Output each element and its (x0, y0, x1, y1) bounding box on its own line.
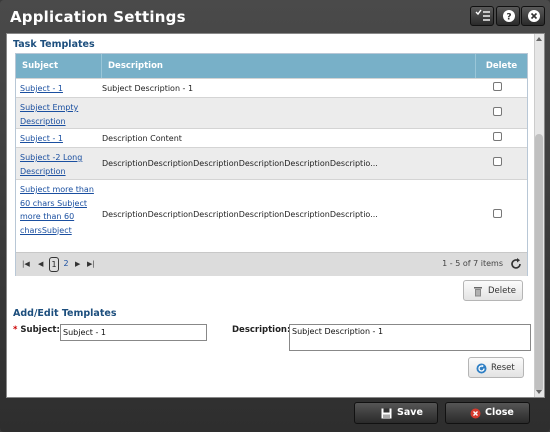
scrollbar-thumb[interactable] (535, 134, 543, 392)
next-page-icon[interactable]: ▶ (75, 260, 80, 268)
subject-link[interactable]: Subject -2 Long Description (20, 151, 96, 178)
subject-link[interactable]: Subject - 1 (20, 82, 96, 96)
delete-checkbox[interactable] (493, 82, 502, 91)
reset-button-label: Reset (491, 363, 515, 373)
table-row: Subject - 1 Description Content (16, 128, 527, 147)
delete-button-label: Delete (488, 286, 516, 296)
delete-checkbox[interactable] (493, 107, 502, 116)
close-button-label: Close (485, 407, 514, 418)
delete-checkbox[interactable] (493, 209, 502, 218)
column-header-description[interactable]: Description (102, 54, 476, 78)
clipped-content (21, 32, 91, 37)
help-button[interactable]: ? (496, 6, 520, 26)
description-cell: DescriptionDescriptionDescriptionDescrip… (102, 159, 378, 168)
close-window-button[interactable] (521, 6, 545, 26)
dialog-title: Application Settings (10, 8, 186, 26)
close-icon (528, 10, 540, 22)
svg-text:?: ? (506, 13, 511, 23)
save-button-label: Save (397, 407, 423, 418)
table-row: Subject Empty Description (16, 97, 527, 128)
table-row: Subject more than 60 chars Subject more … (16, 179, 527, 252)
grid-pager: |◀ ◀ 1 2 ▶ ▶| 1 - 5 of 7 items (16, 252, 527, 276)
column-header-delete: Delete (485, 61, 518, 71)
subject-label-text: Subject: (20, 325, 60, 335)
subject-link[interactable]: Subject Empty Description (20, 101, 96, 128)
refresh-icon (511, 258, 521, 269)
first-page-icon[interactable]: |◀ (22, 260, 30, 268)
settings-dialog: Application Settings ? Task Templates Su… (0, 0, 550, 432)
last-page-icon[interactable]: ▶| (87, 260, 95, 268)
close-circle-icon (470, 408, 481, 419)
scrollbar[interactable] (534, 34, 544, 397)
pager-info: 1 - 5 of 7 items (442, 259, 503, 268)
required-mark: * (13, 325, 18, 335)
description-field[interactable]: Subject Description - 1 (289, 324, 531, 351)
subject-input[interactable] (60, 324, 207, 341)
dialog-footer: Save Close (0, 398, 550, 432)
refresh-button[interactable] (509, 257, 523, 274)
table-row: Subject - 1 Subject Description - 1 (16, 78, 527, 97)
save-button[interactable]: Save (354, 402, 438, 424)
task-templates-grid: Subject Description Delete Subject - 1 S… (15, 53, 528, 276)
checklist-icon (475, 9, 490, 21)
column-header-subject[interactable]: Subject (16, 54, 102, 78)
task-templates-title: Task Templates (13, 39, 95, 50)
title-bar: Application Settings ? (0, 0, 550, 34)
description-cell: DescriptionDescriptionDescriptionDescrip… (102, 210, 378, 219)
page-number[interactable]: 2 (62, 257, 70, 272)
trash-icon (474, 287, 482, 297)
settings-panel: Task Templates Subject Description Delet… (6, 33, 545, 398)
delete-checkbox[interactable] (493, 157, 502, 166)
add-edit-templates-title: Add/Edit Templates (13, 308, 117, 319)
prev-page-icon[interactable]: ◀ (38, 260, 43, 268)
grid-header: Subject Description Delete (16, 54, 527, 78)
reset-icon (476, 363, 487, 374)
close-button[interactable]: Close (445, 402, 530, 424)
subject-link[interactable]: Subject - 1 (20, 132, 96, 146)
help-icon: ? (503, 10, 515, 23)
checklist-button[interactable] (470, 6, 494, 26)
scroll-up-icon[interactable] (535, 35, 543, 43)
page-number-current[interactable]: 1 (49, 257, 59, 272)
subject-link[interactable]: Subject more than 60 chars Subject more … (20, 183, 96, 237)
save-icon (381, 408, 392, 419)
description-label: Description: (232, 325, 291, 335)
table-row: Subject -2 Long Description DescriptionD… (16, 147, 527, 179)
delete-checkbox[interactable] (493, 132, 502, 141)
description-cell: Subject Description - 1 (102, 84, 194, 93)
delete-button[interactable]: Delete (463, 280, 523, 301)
scroll-down-icon[interactable] (535, 388, 543, 396)
reset-button[interactable]: Reset (468, 357, 524, 378)
subject-label: * Subject: (13, 325, 60, 335)
description-cell: Description Content (102, 134, 182, 143)
